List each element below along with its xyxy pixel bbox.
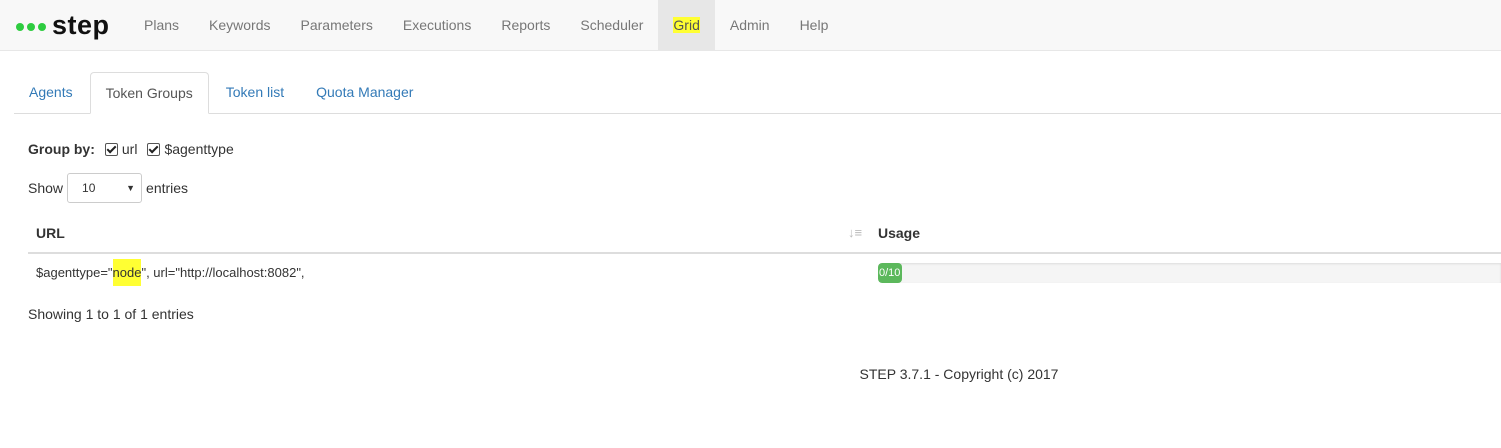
nav-item-label: Reports	[501, 17, 551, 33]
nav-item-reports[interactable]: Reports	[486, 0, 565, 50]
nav-item-keywords[interactable]: Keywords	[194, 0, 285, 50]
nav-item-label: Grid	[673, 17, 700, 33]
url-prefix: $agenttype="	[36, 265, 113, 280]
table-header: URL ↓≡ Usage	[28, 214, 1501, 254]
brand-logo[interactable]: step	[16, 8, 110, 42]
page-length-select[interactable]: 10 ▼	[67, 173, 143, 203]
url-highlight: node	[112, 259, 142, 286]
logo-dots-icon	[16, 22, 46, 31]
sort-icon[interactable]: ↓≡	[848, 214, 862, 252]
tab-agents[interactable]: Agents	[14, 72, 88, 113]
nav-item-label: Keywords	[209, 17, 271, 33]
nav-item-label: Executions	[402, 17, 472, 33]
usage-progress: 0/10	[878, 263, 1501, 283]
nav-item-parameters[interactable]: Parameters	[286, 0, 388, 50]
group-by-agenttype-checkbox[interactable]	[147, 142, 161, 156]
nav-item-label: Admin	[729, 17, 770, 33]
group-by-url-label: url	[121, 141, 138, 157]
column-header-url[interactable]: URL	[36, 214, 65, 252]
table-info: Showing 1 to 1 of 1 entries	[28, 306, 194, 322]
usage-progress-bar: 0/10	[878, 263, 902, 283]
main-menu: Plans Keywords Parameters Executions Rep…	[129, 0, 843, 50]
url-suffix: ", url="http://localhost:8082",	[141, 265, 305, 280]
tab-token-list[interactable]: Token list	[211, 72, 299, 113]
brand-name: step	[52, 9, 110, 40]
page-length-control: Show 10 ▼ entries	[28, 173, 188, 203]
group-by-url-checkbox[interactable]	[104, 142, 118, 156]
nav-item-label: Parameters	[300, 17, 373, 33]
tab-quota-manager[interactable]: Quota Manager	[301, 72, 428, 113]
show-label: Show	[28, 180, 64, 196]
nav-item-executions[interactable]: Executions	[388, 0, 486, 50]
nav-item-label: Plans	[144, 17, 180, 33]
nav-item-help[interactable]: Help	[785, 0, 844, 50]
tab-token-groups[interactable]: Token Groups	[89, 72, 209, 114]
footer-copyright: STEP 3.7.1 - Copyright (c) 2017	[859, 366, 1059, 382]
top-navbar: step Plans Keywords Parameters Execution…	[0, 0, 1501, 51]
group-by-agenttype-label: $agenttype	[164, 141, 234, 157]
chevron-down-icon: ▼	[126, 183, 136, 193]
nav-item-label: Help	[799, 17, 829, 33]
nav-item-plans[interactable]: Plans	[129, 0, 194, 50]
nav-item-scheduler[interactable]: Scheduler	[565, 0, 658, 50]
nav-item-admin[interactable]: Admin	[715, 0, 785, 50]
group-by-label: Group by:	[28, 141, 95, 157]
column-header-usage[interactable]: Usage	[878, 214, 920, 252]
nav-item-grid[interactable]: Grid	[658, 0, 715, 50]
nav-item-label: Scheduler	[580, 17, 644, 33]
group-by-controls: Group by: url $agenttype	[28, 141, 244, 157]
grid-tabs: Agents Token Groups Token list Quota Man…	[14, 72, 1501, 114]
table-row: $agenttype="node", url="http://localhost…	[28, 254, 1501, 292]
page-length-value: 10	[82, 181, 96, 195]
token-group-url: $agenttype="node", url="http://localhost…	[36, 254, 305, 292]
entries-label: entries	[146, 180, 189, 196]
